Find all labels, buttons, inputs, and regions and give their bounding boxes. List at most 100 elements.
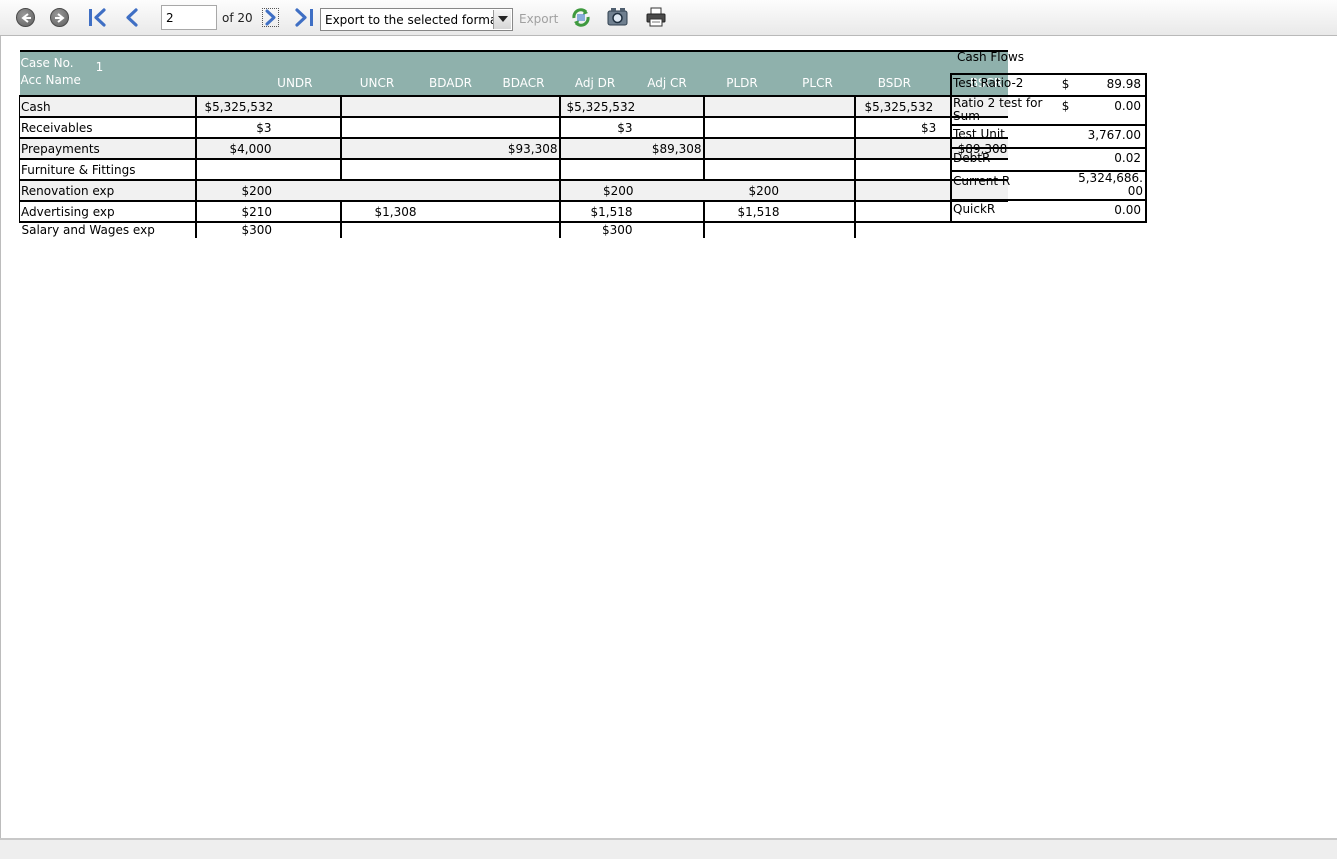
column-header-pldr: PLDR — [703, 73, 781, 96]
cash-flows-table: Test Ratio-2 $ 89.98 Ratio 2 test for Su… — [950, 73, 1147, 223]
report-toolbar: of 20 Export to the selected format Expo… — [0, 0, 1337, 36]
back-icon — [21, 13, 31, 23]
next-page-icon — [265, 9, 276, 26]
refresh-icon — [572, 8, 590, 27]
table-row: Advertising exp $210 $1,308 $1,518 $1,51… — [19, 200, 1009, 222]
undr-cell — [194, 158, 341, 180]
cash-flow-currency — [1060, 125, 1075, 149]
adjdr-cell: $300 — [558, 221, 704, 238]
plcr-cell — [780, 95, 855, 117]
adjdr-cell: $1,518 — [558, 200, 704, 222]
find-button[interactable] — [607, 7, 629, 31]
bdadr-cell — [413, 158, 488, 180]
pldr-cell — [702, 158, 781, 180]
undr-cell: $200 — [194, 179, 341, 201]
bsdr-cell: $5,325,532 — [853, 95, 935, 117]
table-row: Renovation exp $200 $200 $200 — [19, 179, 1009, 201]
cash-flow-value: 0.00 — [1114, 203, 1141, 217]
bdadr-cell — [413, 95, 488, 117]
column-header-bdadr: BDADR — [413, 73, 488, 96]
cash-flow-currency — [1060, 171, 1075, 201]
uncr-cell — [339, 95, 414, 117]
print-button[interactable] — [646, 7, 666, 30]
plcr-cell — [780, 158, 855, 180]
acc-name-cell: Advertising exp — [19, 200, 196, 222]
cash-flow-value: 0.00 — [1074, 96, 1146, 126]
acc-name-cell: Salary and Wages exp — [19, 221, 196, 238]
page-number-input[interactable] — [161, 5, 217, 30]
first-page-button[interactable] — [88, 7, 108, 28]
uncr-cell — [339, 158, 414, 180]
bdadr-cell — [413, 116, 488, 138]
pldr-cell — [702, 221, 781, 238]
dropdown-arrow-button[interactable] — [493, 10, 511, 29]
cash-flow-label: Test Unit — [951, 125, 1061, 149]
acc-name-cell: Renovation exp — [19, 179, 196, 201]
acc-name-cell: Cash — [19, 95, 196, 117]
table-row: Furniture & Fittings — [19, 158, 1009, 180]
cash-flow-row: QuickR 0.00 — [951, 200, 1146, 222]
export-button[interactable]: Export — [519, 12, 558, 26]
undr-cell: $5,325,532 — [194, 95, 341, 117]
bsdr-cell — [853, 221, 1009, 238]
previous-page-button[interactable] — [124, 7, 140, 28]
cash-flows-title: Cash Flows — [957, 50, 1025, 64]
column-header-plcr: PLCR — [780, 73, 855, 96]
case-no-label: Case No. — [20, 55, 74, 70]
back-button[interactable] — [16, 8, 35, 27]
bdadr-cell — [413, 137, 488, 159]
undr-cell: $210 — [194, 200, 341, 222]
acc-name-cell: Prepayments — [19, 137, 196, 159]
find-icon — [607, 8, 628, 26]
plcr-cell — [780, 179, 855, 201]
first-page-icon — [89, 8, 106, 27]
last-page-button[interactable] — [294, 7, 315, 28]
cash-flow-currency: $ — [1060, 74, 1075, 97]
acc-name-header: Acc Name — [19, 73, 196, 96]
plcr-cell — [780, 200, 855, 222]
refresh-button[interactable] — [570, 7, 592, 31]
bdadr-cell: $1,308 — [339, 200, 488, 222]
table-row: Cash $5,325,532 $5,325,532 $5,325,532 — [19, 95, 1009, 117]
cash-flow-value: 0.02 — [1074, 148, 1146, 172]
status-bar — [0, 838, 1337, 859]
cash-flow-row: DebtR 0.02 — [951, 148, 1146, 172]
undr-cell: $3 — [194, 116, 341, 138]
bdacr-cell: $93,308 — [487, 137, 560, 159]
bdadr-cell — [413, 179, 488, 201]
pldr-cell — [702, 95, 781, 117]
bdacr-cell — [487, 95, 560, 117]
cash-flow-value: 3,767.00 — [1074, 125, 1146, 149]
bdacr-cell — [487, 221, 560, 238]
cash-flow-row: Current R 5,324,686.00 — [951, 171, 1146, 201]
export-format-select[interactable]: Export to the selected format — [320, 8, 513, 31]
table-row: Salary and Wages exp $300 $300 — [19, 221, 1009, 238]
pldr-cell — [702, 137, 781, 159]
page-count-label: of 20 — [222, 11, 253, 25]
export-format-value: Export to the selected format — [325, 13, 502, 27]
uncr-cell — [339, 116, 414, 138]
column-header-adjdr: Adj DR — [559, 73, 631, 96]
report-table: Case No. 1 Acc Name UNDR UNCR BDADR BDACR… — [19, 50, 1009, 238]
case-no-value: 1 — [95, 59, 104, 74]
cash-flow-currency — [1060, 148, 1075, 172]
cash-flow-label: DebtR — [951, 148, 1061, 172]
adjdr-cell — [558, 158, 704, 180]
uncr-cell — [339, 137, 414, 159]
next-page-button[interactable] — [262, 8, 279, 27]
acc-name-cell: Receivables — [19, 116, 196, 138]
undr-cell: $300 — [194, 221, 341, 238]
plcr-cell — [780, 116, 855, 138]
cash-flow-row: Test Ratio-2 $ 89.98 — [951, 74, 1146, 97]
cash-flow-label: Current R — [951, 171, 1061, 201]
plcr-cell — [780, 137, 855, 159]
bdacr-cell — [487, 200, 560, 222]
forward-button[interactable] — [50, 8, 69, 27]
table-row: Receivables $3 $3 $3 — [19, 116, 1009, 138]
cash-flow-currency — [1061, 200, 1075, 222]
cash-flow-row: Test Unit 3,767.00 — [951, 125, 1146, 149]
cash-flow-label: Test Ratio-2 — [951, 74, 1061, 97]
uncr-cell — [339, 221, 414, 238]
bdacr-cell — [487, 116, 560, 138]
header-row-case: Case No. 1 — [19, 50, 1009, 74]
